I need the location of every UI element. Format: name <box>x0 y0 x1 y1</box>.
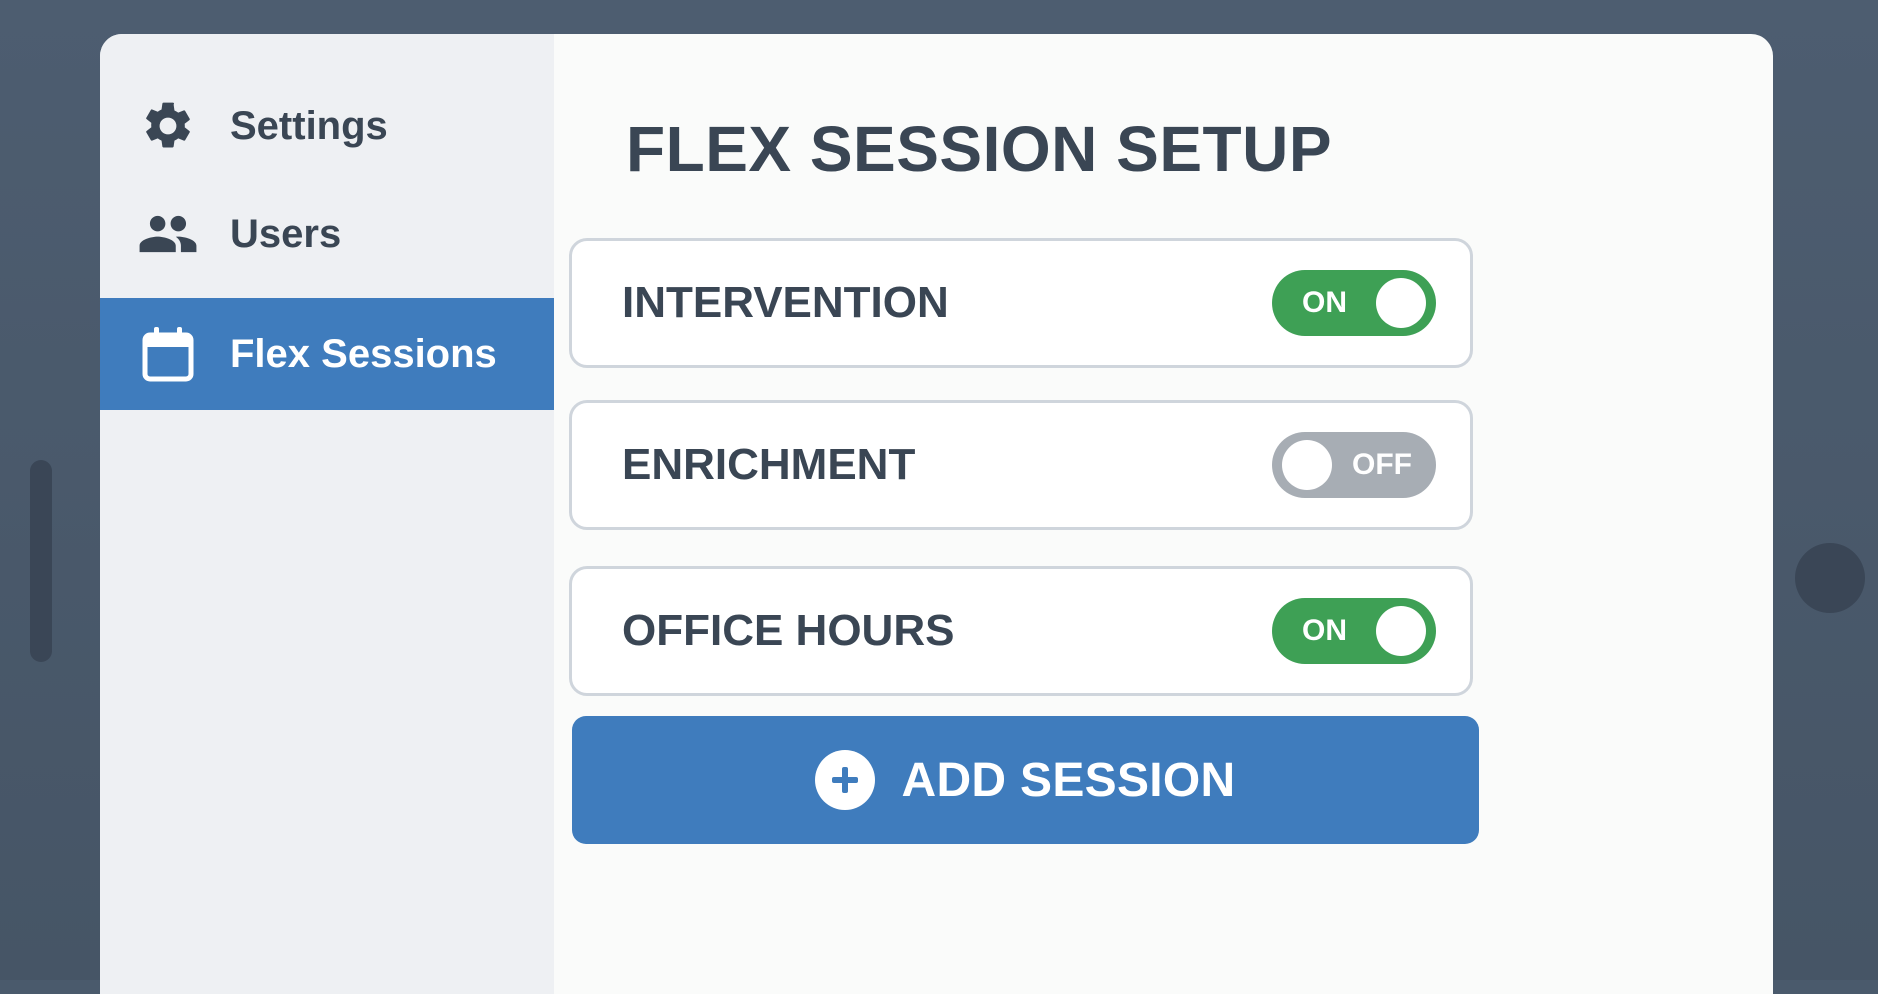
toggle-knob <box>1376 606 1426 656</box>
toggle-knob <box>1282 440 1332 490</box>
add-session-label: ADD SESSION <box>901 753 1236 807</box>
sidebar-item-label: Flex Sessions <box>230 331 497 376</box>
device-side-button <box>30 460 52 662</box>
session-label: ENRICHMENT <box>622 440 916 489</box>
users-icon <box>136 202 200 266</box>
plus-circle-icon <box>815 750 876 810</box>
session-toggle[interactable]: ON <box>1272 270 1436 336</box>
sidebar-item-label: Settings <box>230 103 388 148</box>
page-title: FLEX SESSION SETUP <box>626 113 1333 185</box>
toggle-state-text: OFF <box>1352 448 1412 481</box>
session-card-intervention: INTERVENTION ON <box>569 238 1473 368</box>
sidebar: Settings Users Flex Sessions <box>100 34 554 994</box>
session-toggle[interactable]: ON <box>1272 598 1436 664</box>
calendar-icon <box>136 322 200 386</box>
session-card-office-hours: OFFICE HOURS ON <box>569 566 1473 696</box>
sidebar-item-label: Users <box>230 211 342 256</box>
session-label: OFFICE HOURS <box>622 606 955 655</box>
tablet-frame: Settings Users Flex Sessions FLEX SESSIO… <box>0 0 1878 994</box>
add-session-button[interactable]: ADD SESSION <box>572 716 1479 844</box>
toggle-state-text: ON <box>1302 286 1347 319</box>
toggle-knob <box>1376 278 1426 328</box>
gear-icon <box>136 94 200 158</box>
session-label: INTERVENTION <box>622 278 949 327</box>
sidebar-item-users[interactable]: Users <box>100 178 554 290</box>
session-card-enrichment: ENRICHMENT OFF <box>569 400 1473 530</box>
session-toggle[interactable]: OFF <box>1272 432 1436 498</box>
toggle-state-text: ON <box>1302 614 1347 647</box>
device-home-button <box>1795 543 1865 613</box>
sidebar-item-flex-sessions[interactable]: Flex Sessions <box>100 298 554 410</box>
sidebar-item-settings[interactable]: Settings <box>100 74 554 178</box>
